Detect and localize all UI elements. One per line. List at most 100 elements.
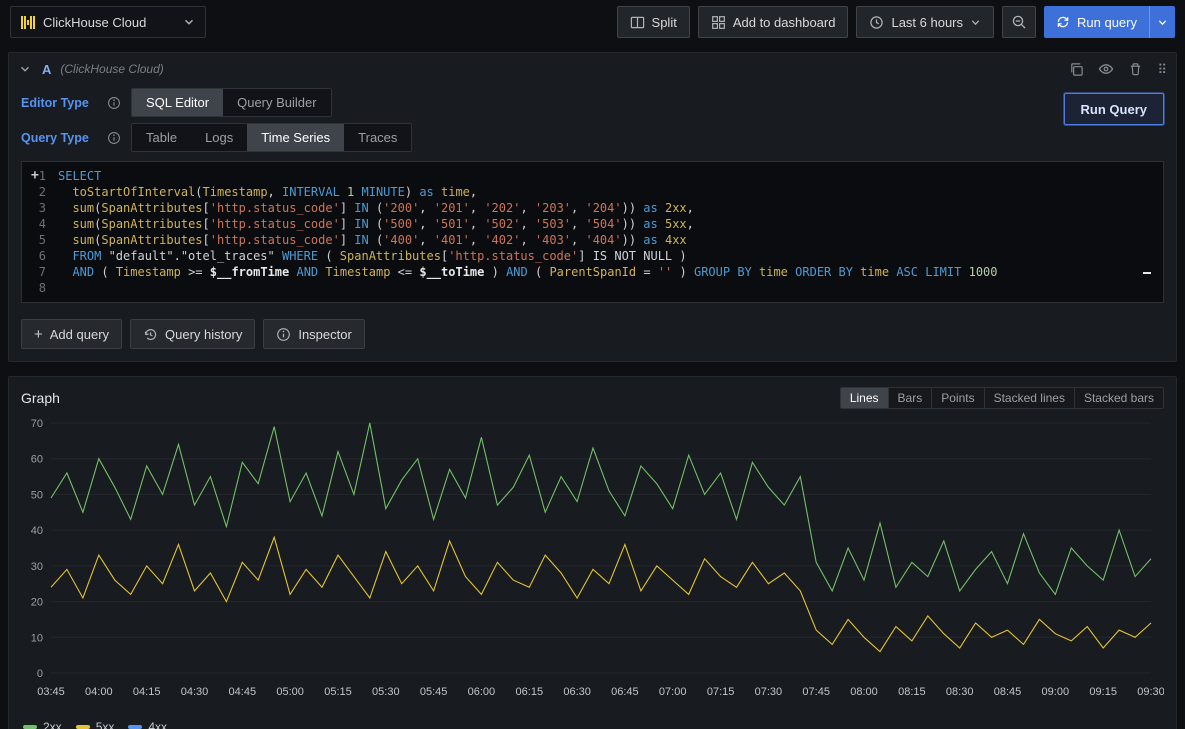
drag-handle-icon[interactable]: ⠿ bbox=[1157, 63, 1166, 76]
add-query-label: Add query bbox=[50, 327, 109, 342]
time-range-picker[interactable]: Last 6 hours bbox=[856, 6, 994, 38]
svg-text:50: 50 bbox=[31, 489, 43, 501]
legend-label: 4xx bbox=[148, 720, 167, 729]
query-type-row: Query Type Table Logs Time Series Traces bbox=[9, 120, 1176, 155]
add-query-button[interactable]: + Add query bbox=[21, 319, 122, 349]
svg-text:60: 60 bbox=[31, 454, 43, 466]
sql-code: 1SELECT2 toStartOfInterval(Timestamp, IN… bbox=[22, 168, 1163, 296]
sql-editor[interactable]: + 1SELECT2 toStartOfInterval(Timestamp, … bbox=[21, 161, 1164, 303]
editor-type-sql[interactable]: SQL Editor bbox=[132, 89, 223, 116]
legend-swatch bbox=[128, 725, 142, 729]
info-icon[interactable] bbox=[107, 96, 121, 110]
mode-bars[interactable]: Bars bbox=[888, 388, 932, 408]
svg-text:09:30: 09:30 bbox=[1137, 686, 1164, 698]
svg-text:06:00: 06:00 bbox=[468, 686, 496, 698]
zoom-out-button[interactable] bbox=[1002, 6, 1036, 38]
run-query-button[interactable]: Run query bbox=[1044, 6, 1175, 38]
svg-text:05:30: 05:30 bbox=[372, 686, 400, 698]
svg-text:04:15: 04:15 bbox=[133, 686, 161, 698]
svg-text:09:00: 09:00 bbox=[1042, 686, 1070, 698]
query-ref-id: A bbox=[42, 62, 51, 77]
zoom-out-icon bbox=[1011, 14, 1027, 30]
inspector-label: Inspector bbox=[298, 327, 351, 342]
legend-swatch bbox=[23, 725, 37, 729]
split-label: Split bbox=[652, 15, 677, 30]
text-cursor bbox=[1143, 272, 1151, 274]
query-history-button[interactable]: Query history bbox=[130, 319, 255, 349]
clickhouse-logo-icon bbox=[21, 16, 35, 29]
svg-text:06:15: 06:15 bbox=[516, 686, 544, 698]
legend-label: 2xx bbox=[43, 720, 62, 729]
editor-type-label: Editor Type bbox=[21, 96, 105, 110]
inspector-button[interactable]: Inspector bbox=[263, 319, 364, 349]
svg-text:08:45: 08:45 bbox=[994, 686, 1022, 698]
svg-text:07:15: 07:15 bbox=[707, 686, 735, 698]
graph-panel: Graph Lines Bars Points Stacked lines St… bbox=[8, 376, 1177, 729]
chart-legend: 2xx 5xx 4xx bbox=[21, 716, 1164, 729]
query-history-label: Query history bbox=[165, 327, 242, 342]
query-datasource-hint: (ClickHouse Cloud) bbox=[60, 62, 163, 76]
eye-icon[interactable] bbox=[1098, 61, 1114, 77]
chevron-down-icon bbox=[183, 16, 195, 28]
legend-item-2xx[interactable]: 2xx bbox=[23, 720, 62, 729]
graph-header: Graph Lines Bars Points Stacked lines St… bbox=[21, 385, 1164, 411]
query-type-tabs: Table Logs Time Series Traces bbox=[131, 123, 412, 152]
run-query-label: Run query bbox=[1077, 15, 1137, 30]
svg-text:70: 70 bbox=[31, 418, 43, 430]
chevron-down-icon bbox=[1157, 17, 1168, 28]
top-bar: ClickHouse Cloud Split Add to dashboard … bbox=[0, 0, 1185, 44]
svg-text:30: 30 bbox=[31, 561, 43, 573]
svg-text:10: 10 bbox=[31, 632, 43, 644]
collapse-chevron-icon[interactable] bbox=[19, 63, 31, 75]
query-header: A (ClickHouse Cloud) ⠿ bbox=[9, 53, 1176, 85]
tab-logs[interactable]: Logs bbox=[191, 124, 247, 151]
mode-stacked-bars[interactable]: Stacked bars bbox=[1074, 388, 1163, 408]
graph-mode-switch: Lines Bars Points Stacked lines Stacked … bbox=[840, 387, 1164, 409]
tab-table[interactable]: Table bbox=[132, 124, 191, 151]
legend-item-5xx[interactable]: 5xx bbox=[76, 720, 115, 729]
datasource-picker[interactable]: ClickHouse Cloud bbox=[10, 6, 206, 38]
svg-text:05:45: 05:45 bbox=[420, 686, 448, 698]
svg-text:08:00: 08:00 bbox=[850, 686, 878, 698]
tab-traces[interactable]: Traces bbox=[344, 124, 411, 151]
add-to-dashboard-label: Add to dashboard bbox=[733, 15, 836, 30]
split-button[interactable]: Split bbox=[617, 6, 690, 38]
mode-lines[interactable]: Lines bbox=[841, 388, 888, 408]
history-icon bbox=[143, 327, 158, 342]
svg-text:07:00: 07:00 bbox=[659, 686, 687, 698]
editor-type-builder[interactable]: Query Builder bbox=[223, 89, 330, 116]
sync-icon bbox=[1056, 15, 1070, 29]
tab-time-series[interactable]: Time Series bbox=[247, 124, 344, 151]
legend-label: 5xx bbox=[96, 720, 115, 729]
svg-text:08:30: 08:30 bbox=[946, 686, 974, 698]
info-icon[interactable] bbox=[107, 131, 121, 145]
legend-item-4xx[interactable]: 4xx bbox=[128, 720, 167, 729]
svg-text:07:30: 07:30 bbox=[755, 686, 783, 698]
svg-text:06:45: 06:45 bbox=[611, 686, 639, 698]
svg-text:03:45: 03:45 bbox=[37, 686, 65, 698]
timeseries-chart[interactable]: 01020304050607003:4504:0004:1504:3004:45… bbox=[21, 411, 1164, 716]
query-header-actions: ⠿ bbox=[1069, 61, 1166, 77]
editor-type-switch: SQL Editor Query Builder bbox=[131, 88, 332, 117]
svg-text:04:45: 04:45 bbox=[229, 686, 257, 698]
duplicate-icon[interactable] bbox=[1069, 62, 1084, 77]
svg-text:40: 40 bbox=[31, 525, 43, 537]
graph-title: Graph bbox=[21, 390, 60, 406]
svg-text:04:00: 04:00 bbox=[85, 686, 113, 698]
datasource-label: ClickHouse Cloud bbox=[43, 15, 175, 30]
add-line-icon[interactable]: + bbox=[31, 168, 39, 184]
split-icon bbox=[630, 15, 645, 30]
topbar-actions: Split Add to dashboard Last 6 hours Run … bbox=[617, 6, 1175, 38]
run-query-panel-button[interactable]: Run Query bbox=[1064, 93, 1164, 125]
svg-text:04:30: 04:30 bbox=[181, 686, 209, 698]
run-query-dropdown[interactable] bbox=[1149, 6, 1175, 38]
mode-stacked-lines[interactable]: Stacked lines bbox=[984, 388, 1074, 408]
add-to-dashboard-button[interactable]: Add to dashboard bbox=[698, 6, 849, 38]
svg-text:06:30: 06:30 bbox=[563, 686, 591, 698]
mode-points[interactable]: Points bbox=[931, 388, 983, 408]
apps-icon bbox=[711, 15, 726, 30]
svg-text:05:15: 05:15 bbox=[324, 686, 352, 698]
trash-icon[interactable] bbox=[1128, 62, 1143, 77]
svg-text:07:45: 07:45 bbox=[802, 686, 830, 698]
chevron-down-icon bbox=[970, 17, 981, 28]
